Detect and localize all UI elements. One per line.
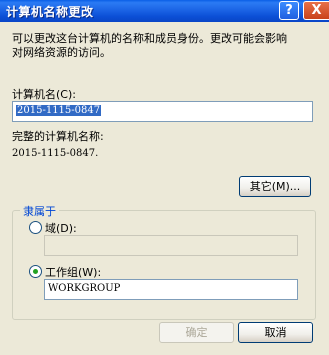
computer-name-label: 计算机名(C): [12,88,76,101]
workgroup-radio[interactable] [29,265,42,278]
computer-name-input[interactable]: 2015-1115-0847 [12,101,313,122]
member-of-label: 隶属于 [20,203,59,219]
ok-button[interactable]: 确定 [159,322,234,343]
radio-selected-dot [33,269,38,274]
domain-radio[interactable] [29,221,42,234]
workgroup-input[interactable]: WORKGROUP [44,279,298,300]
computer-name-value: 2015-1115-0847 [16,105,102,116]
title-bar[interactable]: 计算机名称更改 ? X [0,0,329,22]
workgroup-label: 工作组(W): [45,266,102,279]
domain-input[interactable] [44,235,298,256]
close-button[interactable]: X [303,1,329,20]
description-line-2: 对网络资源的访问。 [12,46,111,59]
help-button[interactable]: ? [279,1,299,20]
full-name-label: 完整的计算机名称: [12,130,104,143]
domain-label: 域(D): [45,222,77,235]
more-button[interactable]: 其它(M)... [239,176,311,197]
window-title: 计算机名称更改 [6,5,94,19]
cancel-button[interactable]: 取消 [238,322,313,343]
full-name-value: 2015-1115-0847. [12,148,99,159]
